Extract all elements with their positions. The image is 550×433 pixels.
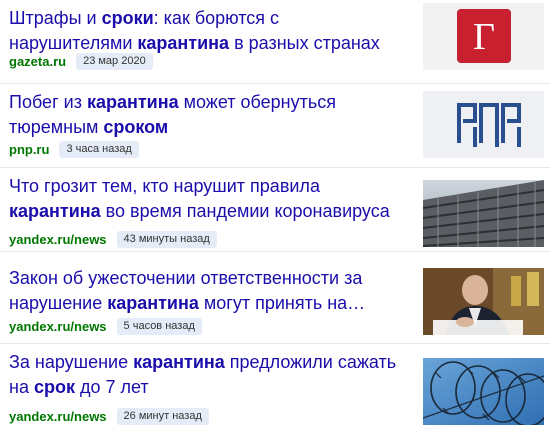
news-source[interactable]: gazeta.ru — [9, 54, 66, 69]
title-text: могут принять на… — [198, 293, 366, 313]
news-item[interactable]: Побег из карантина может обернуться тюре… — [0, 84, 550, 168]
title-text: Что грозит тем, кто нарушит правила — [9, 176, 320, 196]
title-highlight: сроком — [103, 117, 169, 137]
news-time-badge: 23 мар 2020 — [76, 52, 153, 70]
news-item[interactable]: Штрафы и сроки: как борются с нарушителя… — [0, 0, 550, 84]
news-item[interactable]: Что грозит тем, кто нарушит правила кара… — [0, 168, 550, 252]
news-time-badge: 3 часа назад — [59, 140, 139, 158]
title-text: до 7 лет — [74, 377, 149, 397]
title-highlight: карантина — [9, 201, 101, 221]
news-item[interactable]: За нарушение карантина предложили сажать… — [0, 344, 550, 428]
news-source[interactable]: yandex.ru/news — [9, 409, 107, 424]
news-title[interactable]: Что грозит тем, кто нарушит правила кара… — [9, 174, 404, 224]
news-title[interactable]: Побег из карантина может обернуться тюре… — [9, 90, 404, 140]
title-highlight: карантина — [86, 92, 179, 112]
news-source[interactable]: pnp.ru — [9, 142, 49, 157]
title-text: во время пандемии коронавируса — [100, 201, 390, 221]
news-meta: pnp.ru 3 часа назад — [9, 140, 139, 158]
news-meta: yandex.ru/news 43 минуты назад — [9, 230, 217, 248]
title-text: За нарушение — [9, 352, 134, 372]
news-time-badge: 5 часов назад — [116, 317, 202, 335]
news-list: Штрафы и сроки: как борются с нарушителя… — [0, 0, 550, 433]
news-time-badge: 26 минут назад — [116, 407, 209, 425]
news-source[interactable]: yandex.ru/news — [9, 319, 107, 334]
news-time-badge: 43 минуты назад — [116, 230, 217, 248]
title-highlight: срок — [33, 377, 75, 397]
news-meta: yandex.ru/news 26 минут назад — [9, 407, 209, 425]
title-text: в разных странах — [229, 33, 380, 53]
title-highlight: карантина — [137, 33, 230, 53]
news-meta: yandex.ru/news 5 часов назад — [9, 317, 202, 335]
news-title[interactable]: За нарушение карантина предложили сажать… — [9, 350, 404, 400]
building-photo-icon[interactable] — [423, 180, 544, 247]
news-title[interactable]: Закон об ужесточении ответственности за … — [9, 266, 404, 316]
gazeta-logo-icon[interactable]: Г — [423, 3, 544, 70]
title-text: Побег из — [9, 92, 87, 112]
title-highlight: сроки — [101, 8, 154, 28]
gazeta-letter: Г — [473, 16, 495, 58]
news-source[interactable]: yandex.ru/news — [9, 232, 107, 247]
title-highlight: карантина — [107, 293, 199, 313]
barbed-wire-photo-icon[interactable] — [423, 358, 544, 425]
title-highlight: карантина — [133, 352, 225, 372]
pnp-logo-icon[interactable] — [423, 91, 544, 158]
official-photo-icon[interactable] — [423, 268, 544, 335]
news-title[interactable]: Штрафы и сроки: как борются с нарушителя… — [9, 6, 404, 56]
title-text: Штрафы и — [9, 8, 102, 28]
news-meta: gazeta.ru 23 мар 2020 — [9, 52, 153, 70]
news-item[interactable]: Закон об ужесточении ответственности за … — [0, 260, 550, 344]
